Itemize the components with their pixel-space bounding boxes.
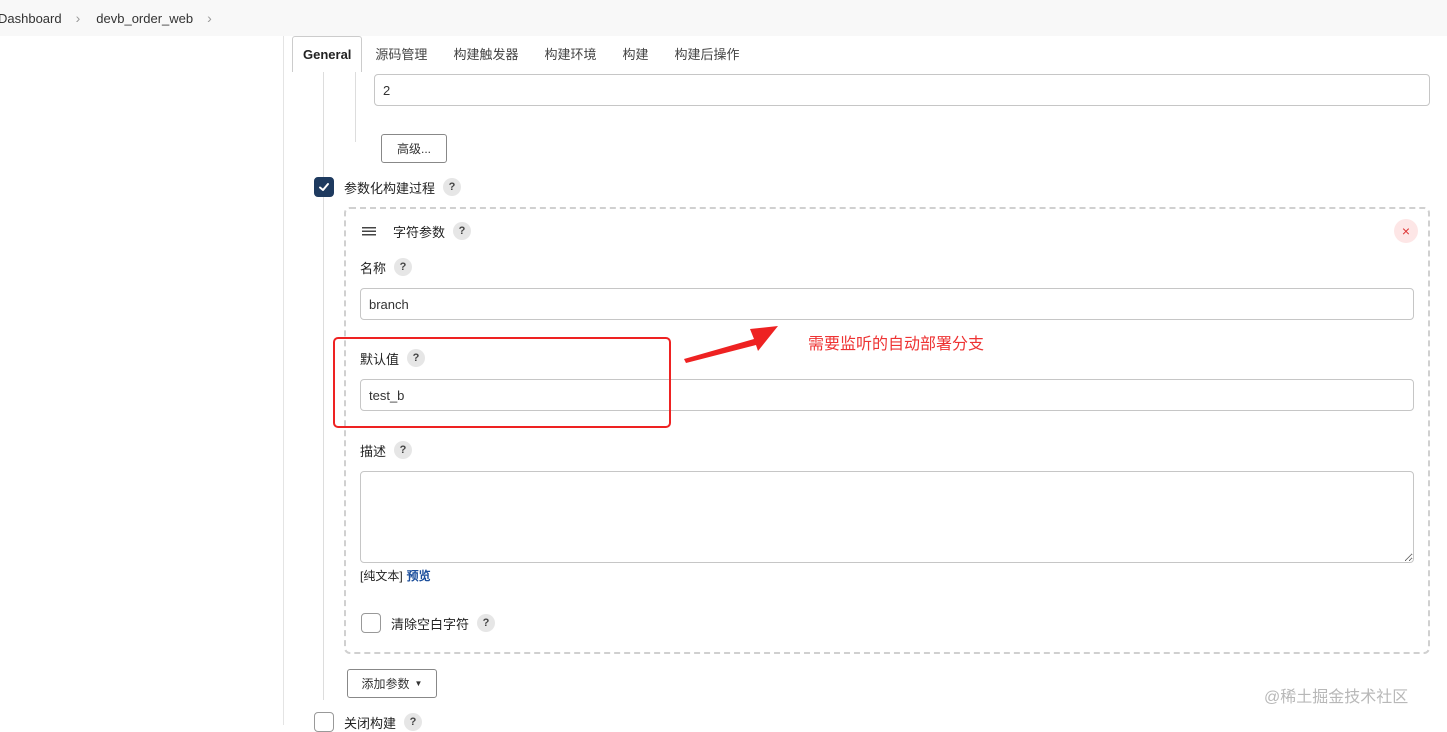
caret-down-icon: ▼ [414,679,423,688]
breadcrumb-dashboard[interactable]: Dashboard [0,11,62,26]
tree-line [323,72,324,700]
tab-build-triggers[interactable]: 构建触发器 [440,38,531,72]
parameterized-checkbox[interactable] [314,177,334,197]
disable-build-checkbox[interactable] [314,712,334,732]
help-icon[interactable]: ? [443,178,462,196]
name-label: 名称 [360,260,387,276]
checkmark-icon [319,183,329,191]
annotation-arrow-icon [684,326,778,363]
close-icon[interactable]: × [1394,219,1418,243]
tree-line [355,72,356,142]
general-section: 高级... 参数化构建过程 ? 字符参数 ? × 名称 ? 默认值 ? [284,72,1447,732]
breadcrumb-job[interactable]: devb_order_web [96,11,193,26]
disable-build-label: 关闭构建 [344,715,397,731]
drag-handle-icon[interactable] [361,225,377,237]
preview-link[interactable]: 预览 [407,567,431,584]
top-number-input[interactable] [374,74,1430,106]
name-label-row: 名称 ? [360,257,413,277]
watermark: @稀土掘金技术社区 [1264,689,1409,706]
description-label: 描述 [360,443,387,459]
param-name-input[interactable] [360,288,1414,320]
chevron-right-icon: › [75,10,81,26]
tab-build[interactable]: 构建 [609,38,661,72]
desc-label-row: 描述 ? [360,440,413,460]
chevron-right-icon[interactable]: › [207,10,212,26]
breadcrumb: Dashboard › devb_order_web › [0,0,1447,36]
param-header: 字符参数 ? [361,221,472,241]
format-hint: [纯文本] 预览 [360,566,431,584]
add-parameter-button[interactable]: 添加参数 ▼ [347,669,437,698]
help-icon[interactable]: ? [394,258,413,276]
trim-row: 清除空白字符 ? [391,613,496,633]
annotation-text: 需要监听的自动部署分支 [808,336,985,353]
add-parameter-label: 添加参数 [361,677,410,691]
tab-general[interactable]: General [292,36,363,72]
help-icon[interactable]: ? [477,614,496,632]
advanced-button[interactable]: 高级... [381,134,447,163]
annotation-highlight-box [333,337,671,428]
trim-checkbox[interactable] [361,613,381,633]
tab-post-build[interactable]: 构建后操作 [661,38,752,72]
trim-label: 清除空白字符 [391,616,470,632]
parameterized-row: 参数化构建过程 ? [344,177,462,197]
tab-source-code[interactable]: 源码管理 [362,38,440,72]
config-tabs: General 源码管理 构建触发器 构建环境 构建 构建后操作 [284,36,1447,72]
param-description-textarea[interactable] [360,471,1414,563]
help-icon[interactable]: ? [404,713,423,731]
disable-build-row: 关闭构建 ? [344,712,423,732]
help-icon[interactable]: ? [453,222,472,240]
param-type-label: 字符参数 [393,224,446,240]
string-parameter-card: 字符参数 ? × 名称 ? 默认值 ? 描述 ? [纯文本] 预览 清除空白字符… [344,207,1430,654]
tab-build-environment[interactable]: 构建环境 [531,38,609,72]
format-prefix: [纯文本] [360,568,403,583]
help-icon[interactable]: ? [394,441,413,459]
parameterized-label: 参数化构建过程 [344,180,436,196]
side-panel [0,36,284,725]
